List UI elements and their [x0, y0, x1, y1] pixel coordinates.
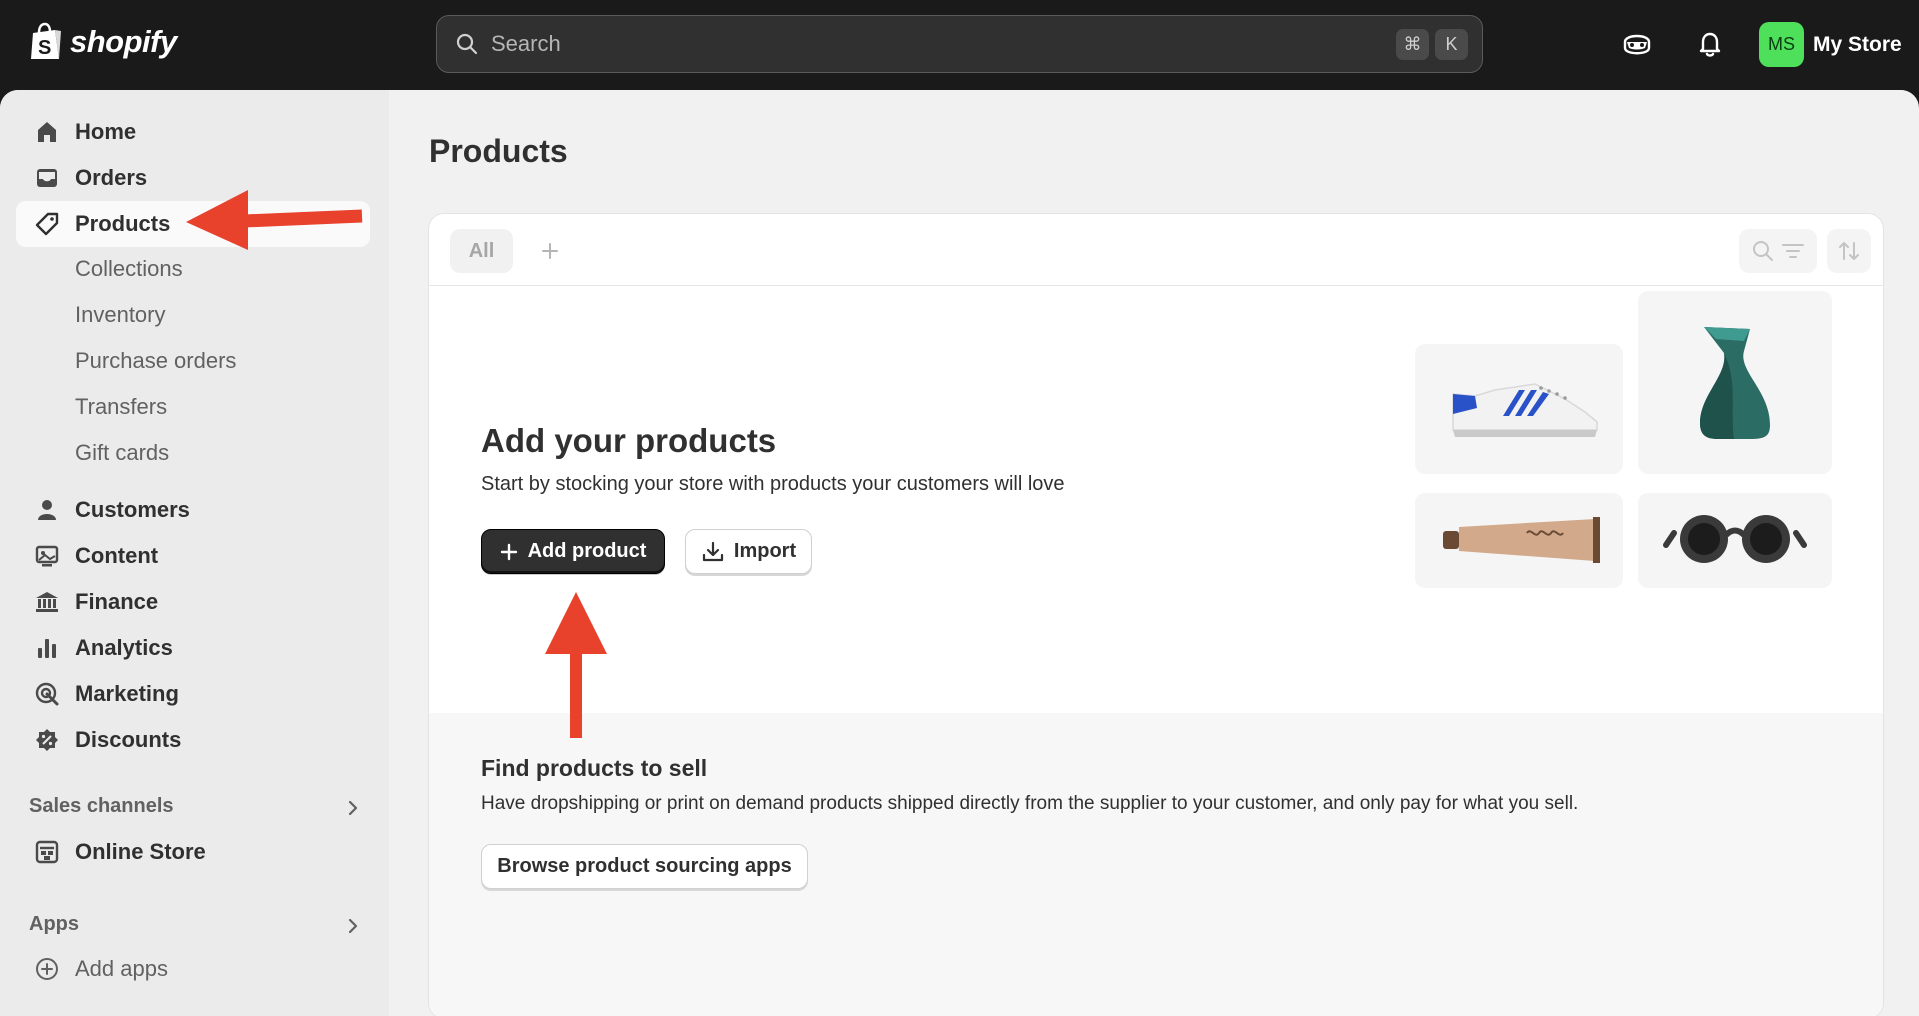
- page-title: Products: [429, 133, 568, 169]
- sidebar-item-label: Customers: [75, 497, 190, 522]
- shopify-bag-icon: S: [31, 22, 61, 59]
- tab-all[interactable]: All: [450, 229, 513, 273]
- arrow-pointing-left-annotation: [186, 190, 363, 250]
- tag-icon: [35, 212, 59, 236]
- sidebar-item-marketing[interactable]: Marketing: [16, 671, 370, 717]
- import-label: Import: [733, 540, 797, 562]
- content-icon: [35, 545, 59, 567]
- search-placeholder: Search: [491, 31, 561, 56]
- k-key: K: [1435, 29, 1468, 60]
- tube-icon: [1443, 517, 1600, 563]
- sidebar-item-analytics[interactable]: Analytics: [16, 625, 370, 671]
- filter-icon: [1782, 244, 1804, 258]
- sidebar-item-label: Content: [75, 543, 159, 568]
- add-product-button[interactable]: Add product: [481, 529, 665, 574]
- sidebar-item-label: Orders: [75, 165, 148, 190]
- avatar: MS: [1759, 22, 1804, 67]
- sidekick-icon[interactable]: [1621, 28, 1653, 60]
- person-icon: [38, 500, 56, 520]
- sidebar-item-finance[interactable]: Finance: [16, 579, 370, 625]
- sidebar-sub-gift-cards[interactable]: Gift cards: [75, 440, 169, 466]
- bell-icon[interactable]: [1694, 28, 1726, 60]
- sunglasses-icon: [1663, 515, 1807, 563]
- sort-button[interactable]: [1827, 229, 1871, 273]
- browse-sourcing-apps-button[interactable]: Browse product sourcing apps: [481, 844, 808, 889]
- plus-icon: [500, 543, 517, 560]
- command-key: ⌘: [1396, 29, 1429, 60]
- sidebar-item-label: Marketing: [75, 681, 179, 706]
- search-icon: [456, 33, 478, 55]
- sidebar-item-label: Online Store: [75, 839, 206, 864]
- sort-icon: [1839, 242, 1859, 260]
- home-icon: [38, 122, 56, 142]
- sourcing-title: Find products to sell: [481, 755, 708, 781]
- import-button[interactable]: Import: [685, 529, 812, 574]
- shopify-logo[interactable]: S shopify: [28, 22, 177, 62]
- sidebar-sub-inventory[interactable]: Inventory: [75, 302, 166, 328]
- sneaker-illustration: [1415, 344, 1623, 474]
- search-shortcut: ⌘ K: [1396, 29, 1468, 60]
- download-icon: [702, 541, 723, 561]
- vase-icon: [1700, 327, 1770, 439]
- storefront-icon: [35, 840, 59, 864]
- bar-chart-icon: [38, 639, 56, 658]
- target-icon: [35, 682, 59, 706]
- add-product-label: Add product: [527, 540, 647, 562]
- sidebar-item-content[interactable]: Content: [16, 533, 370, 579]
- svg-text:S: S: [38, 37, 51, 59]
- sales-channels-heading[interactable]: Sales channels: [29, 795, 174, 818]
- sourcing-description: Have dropshipping or print on demand pro…: [481, 793, 1579, 814]
- sidebar-item-customers[interactable]: Customers: [16, 487, 370, 533]
- sidebar-sub-transfers[interactable]: Transfers: [75, 394, 167, 420]
- sidebar-item-label: Products: [75, 211, 171, 236]
- apps-heading[interactable]: Apps: [29, 913, 79, 936]
- view-tabs-bar: All: [429, 214, 1883, 286]
- vase-illustration: [1638, 291, 1832, 474]
- products-card: All Add your products Start by stocking …: [428, 213, 1884, 1016]
- sidebar-item-label: Discounts: [75, 727, 182, 752]
- sidebar-sub-purchase-orders[interactable]: Purchase orders: [75, 348, 236, 374]
- chevron-right-icon[interactable]: [345, 916, 361, 936]
- empty-state: Add your products Start by stocking your…: [429, 286, 1883, 713]
- plus-circle-icon: [36, 958, 58, 980]
- sidebar-item-label: Home: [75, 119, 137, 144]
- bank-icon: [36, 592, 58, 612]
- discount-icon: [36, 729, 58, 751]
- search-icon: [1753, 241, 1773, 261]
- sidebar-sub-collections[interactable]: Collections: [75, 256, 183, 282]
- store-name: My Store: [1813, 32, 1902, 56]
- sidebar-item-discounts[interactable]: Discounts: [16, 717, 370, 763]
- store-menu[interactable]: MS My Store: [1759, 22, 1902, 67]
- sidebar-item-label: Analytics: [75, 635, 173, 660]
- sneaker-icon: [1452, 383, 1598, 437]
- inbox-icon: [37, 169, 57, 187]
- sidebar-item-add-apps[interactable]: Add apps: [16, 946, 370, 992]
- empty-state-title: Add your products: [481, 422, 777, 459]
- arrow-pointing-up-annotation: [545, 592, 607, 738]
- search-filter-button[interactable]: [1739, 229, 1817, 273]
- sunglasses-illustration: [1638, 493, 1832, 588]
- sidebar-item-home[interactable]: Home: [16, 109, 370, 155]
- empty-state-subtitle: Start by stocking your store with produc…: [481, 473, 1065, 495]
- sidebar-item-online-store[interactable]: Online Store: [16, 829, 370, 875]
- sidebar-item-label: Add apps: [75, 956, 168, 981]
- tube-illustration: [1415, 493, 1623, 588]
- add-view-button[interactable]: [533, 234, 567, 268]
- brand-wordmark: shopify: [70, 24, 177, 59]
- search-bar[interactable]: Search ⌘ K: [436, 15, 1483, 73]
- chevron-right-icon[interactable]: [345, 798, 361, 818]
- top-bar: S shopify Search ⌘ K MS My Store: [0, 0, 1919, 90]
- sidebar-item-label: Finance: [75, 589, 159, 614]
- plus-icon: [542, 243, 558, 259]
- product-sourcing-section: Find products to sell Have dropshipping …: [429, 713, 1883, 1016]
